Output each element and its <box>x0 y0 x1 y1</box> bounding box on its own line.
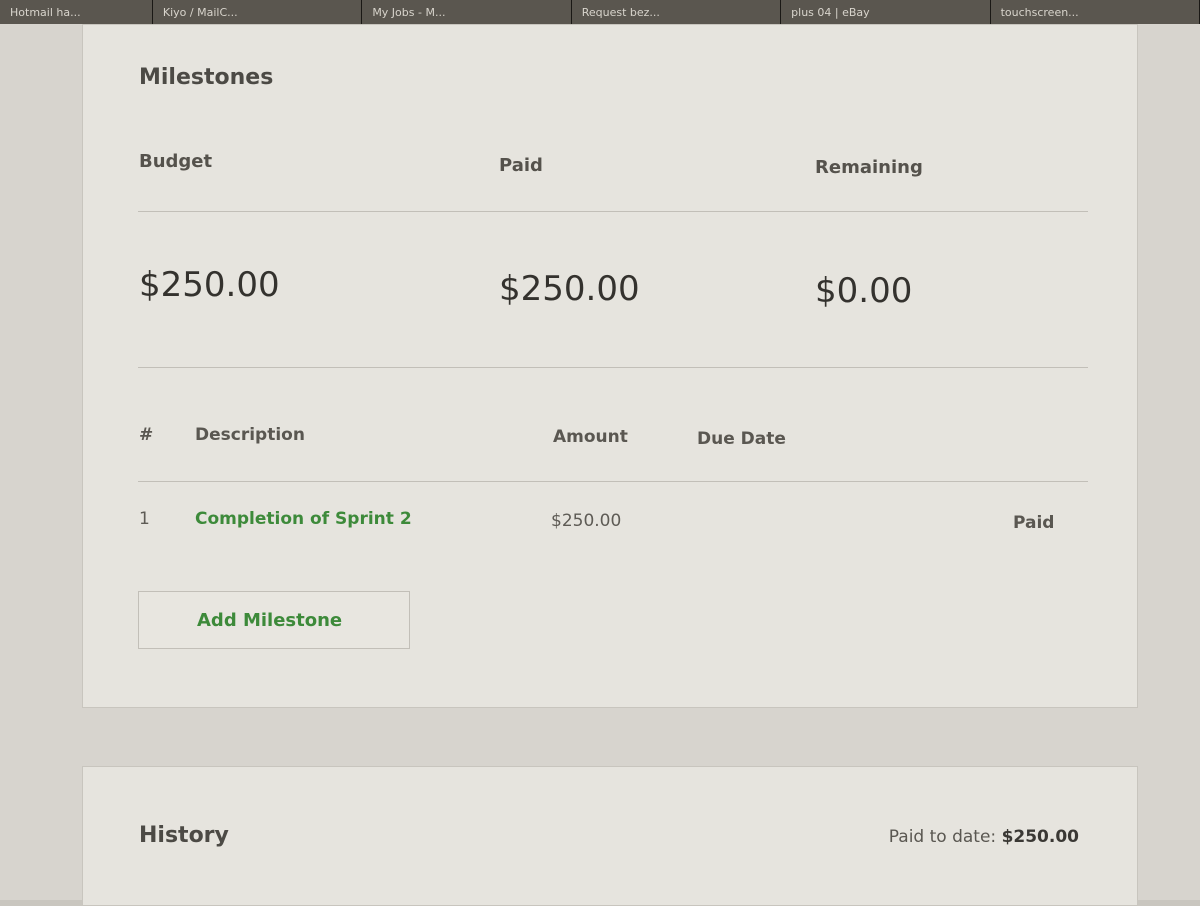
milestone-description-link[interactable]: Completion of Sprint 2 <box>195 509 412 529</box>
milestone-amount: $250.00 <box>551 511 622 531</box>
add-milestone-button[interactable]: Add Milestone <box>138 591 410 649</box>
browser-tab[interactable]: My Jobs - M... <box>362 0 572 24</box>
budget-value: $250.00 <box>139 265 280 305</box>
page-content: Milestones Budget Paid Remaining $250.00… <box>0 24 1200 906</box>
browser-tab[interactable]: touchscreen... <box>990 0 1200 24</box>
paid-label: Paid <box>499 155 543 176</box>
budget-label: Budget <box>139 151 213 172</box>
milestones-title: Milestones <box>139 65 274 90</box>
column-header-due-date: Due Date <box>697 429 786 449</box>
divider <box>138 481 1088 482</box>
paid-to-date-value: $250.00 <box>1001 827 1079 847</box>
column-header-number: # <box>139 425 154 445</box>
browser-tab[interactable]: plus 04 | eBay <box>781 0 991 24</box>
browser-tab[interactable]: Request bez... <box>571 0 782 24</box>
paid-to-date: Paid to date: $250.00 <box>889 827 1079 847</box>
browser-tab-bar: Hotmail ha... Kiyo / MailC... My Jobs - … <box>0 0 1200 24</box>
divider <box>138 211 1088 212</box>
column-header-amount: Amount <box>553 427 628 447</box>
paid-to-date-label: Paid to date: <box>888 827 997 847</box>
browser-tab[interactable]: Hotmail ha... <box>0 0 153 24</box>
column-header-description: Description <box>195 425 305 445</box>
paid-value: $250.00 <box>499 269 640 309</box>
browser-tab[interactable]: Kiyo / MailC... <box>152 0 363 24</box>
milestone-status: Paid <box>1013 513 1055 533</box>
remaining-value: $0.00 <box>815 271 913 311</box>
remaining-label: Remaining <box>815 157 923 178</box>
row-number: 1 <box>139 509 150 529</box>
history-title: History <box>139 823 229 848</box>
milestones-card: Milestones Budget Paid Remaining $250.00… <box>82 24 1138 708</box>
history-card: History Paid to date: $250.00 <box>82 766 1138 906</box>
divider <box>138 367 1088 368</box>
